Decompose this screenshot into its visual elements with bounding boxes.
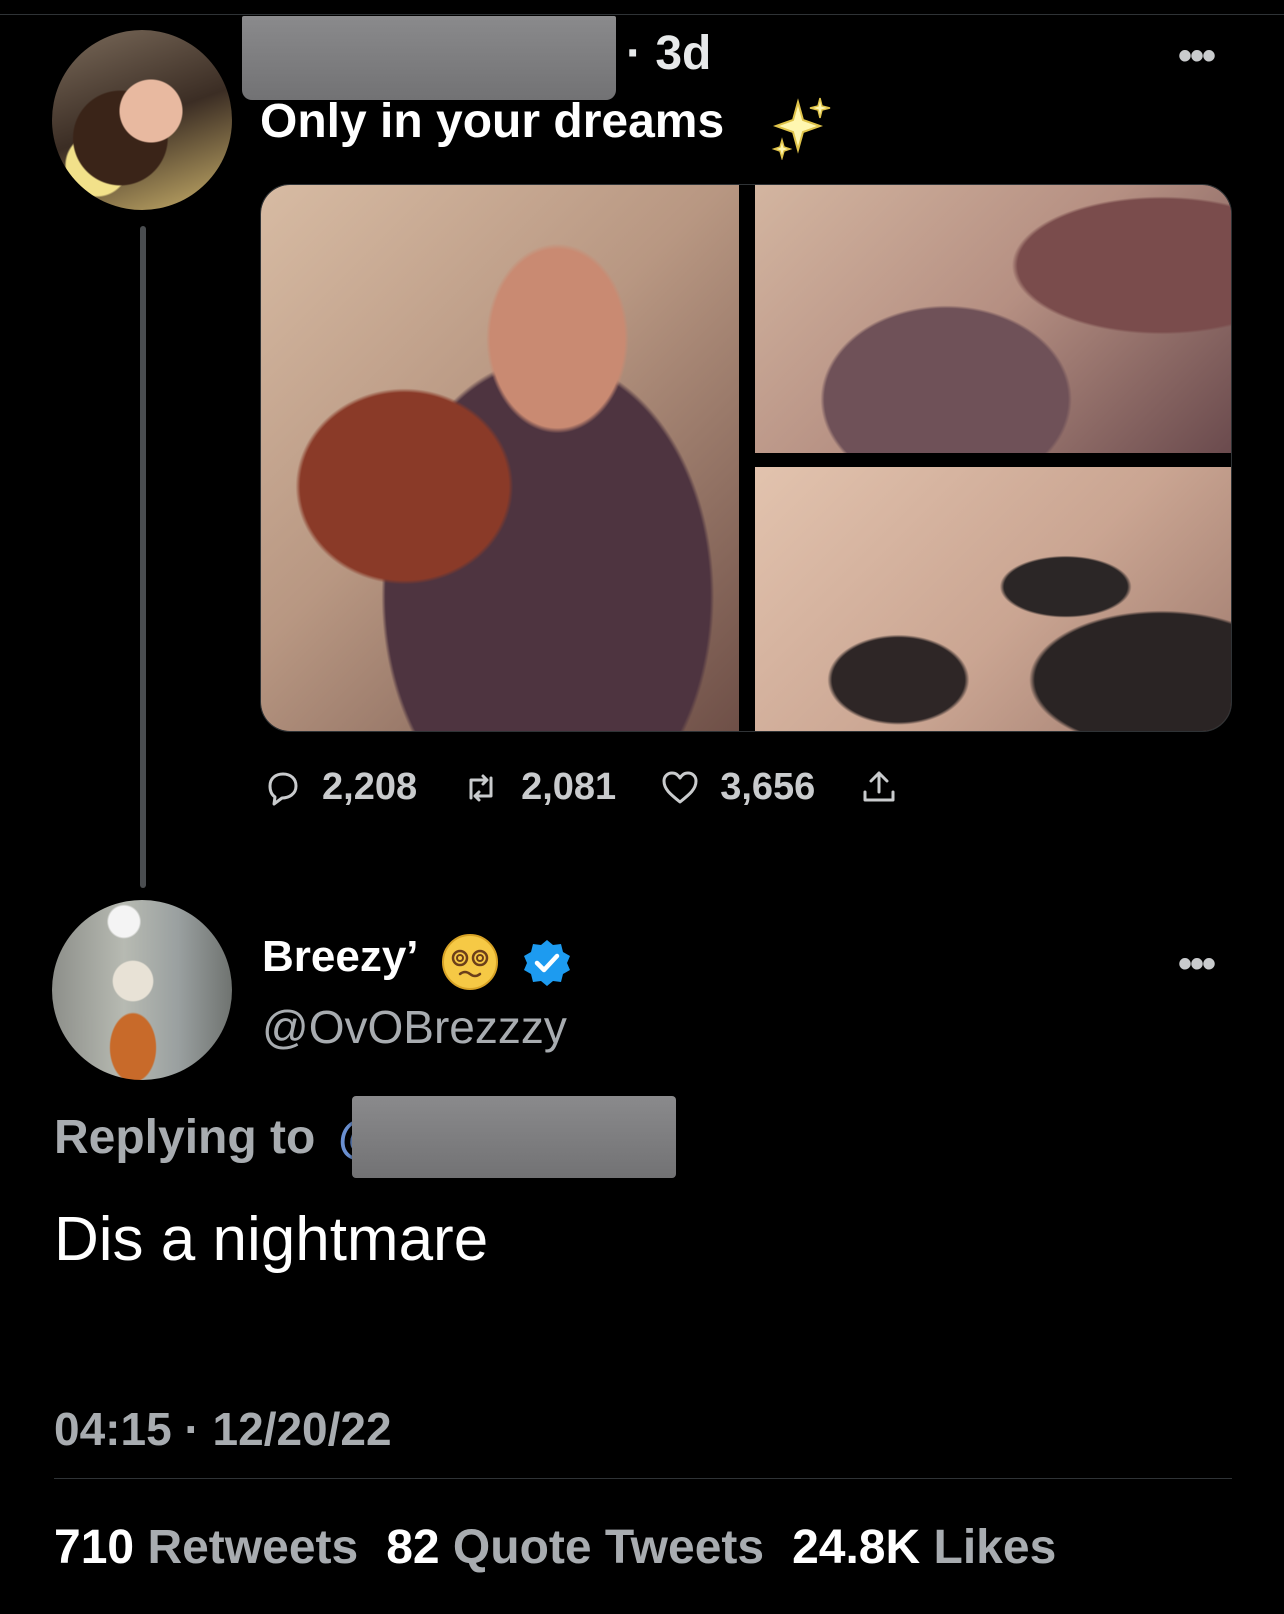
- quote-tweets-count: 82: [386, 1521, 440, 1574]
- redacted-author-name: [242, 16, 616, 100]
- likes-count: 24.8K: [792, 1521, 921, 1574]
- share-button[interactable]: [859, 768, 919, 808]
- tweet-action-bar: 2,208 2,081 3,656: [262, 766, 963, 809]
- top-divider: [0, 14, 1284, 15]
- reply-engagement-stats: 710 Retweets 82 Quote Tweets 24.8K Likes: [54, 1520, 1084, 1575]
- media-photo-1[interactable]: [261, 185, 739, 731]
- thread-connector-line: [140, 226, 146, 888]
- verified-badge-icon[interactable]: [522, 938, 572, 988]
- share-icon: [863, 771, 895, 801]
- retweets-stat[interactable]: 710 Retweets: [54, 1521, 386, 1574]
- likes-stat[interactable]: 24.8K Likes: [792, 1521, 1084, 1574]
- original-author-avatar[interactable]: [52, 30, 232, 210]
- like-button[interactable]: 3,656: [660, 766, 815, 809]
- redacted-mention: [352, 1096, 676, 1178]
- reply-more-options-button[interactable]: •••: [1178, 942, 1216, 987]
- sparkles-icon: [771, 97, 831, 160]
- original-tweet-text: Only in your dreams: [260, 95, 725, 148]
- reply-tweet-text: Dis a nightmare: [54, 1205, 489, 1274]
- reply-button[interactable]: 2,208: [262, 766, 417, 809]
- tweet-time-ago[interactable]: · 3d: [626, 26, 711, 81]
- stats-divider: [54, 1478, 1232, 1479]
- tweet-media-grid[interactable]: [260, 184, 1232, 732]
- reply-icon: [268, 772, 298, 805]
- retweets-count: 710: [54, 1521, 135, 1574]
- retweet-button[interactable]: 2,081: [461, 766, 616, 809]
- face-with-spiral-eyes-icon: [442, 934, 498, 990]
- retweet-icon: [469, 774, 493, 801]
- replying-to-label: Replying to: [54, 1111, 316, 1164]
- like-count: 3,656: [720, 766, 816, 808]
- quote-tweets-stat[interactable]: 82 Quote Tweets: [386, 1521, 792, 1574]
- more-options-button[interactable]: •••: [1178, 34, 1216, 79]
- retweet-count: 2,081: [521, 766, 617, 808]
- reply-timestamp[interactable]: 04:15 · 12/20/22: [54, 1402, 392, 1456]
- reply-count: 2,208: [322, 766, 418, 808]
- reply-author-display-name[interactable]: Breezy’: [262, 932, 419, 982]
- quote-tweets-label: Quote Tweets: [452, 1521, 765, 1574]
- likes-label: Likes: [933, 1521, 1057, 1574]
- retweets-label: Retweets: [147, 1521, 359, 1574]
- reply-author-avatar[interactable]: [52, 900, 232, 1080]
- media-photo-2[interactable]: [755, 185, 1231, 453]
- heart-icon: [662, 771, 698, 803]
- reply-author-handle[interactable]: @OvOBrezzzy: [262, 1000, 567, 1054]
- media-photo-3[interactable]: [755, 467, 1231, 731]
